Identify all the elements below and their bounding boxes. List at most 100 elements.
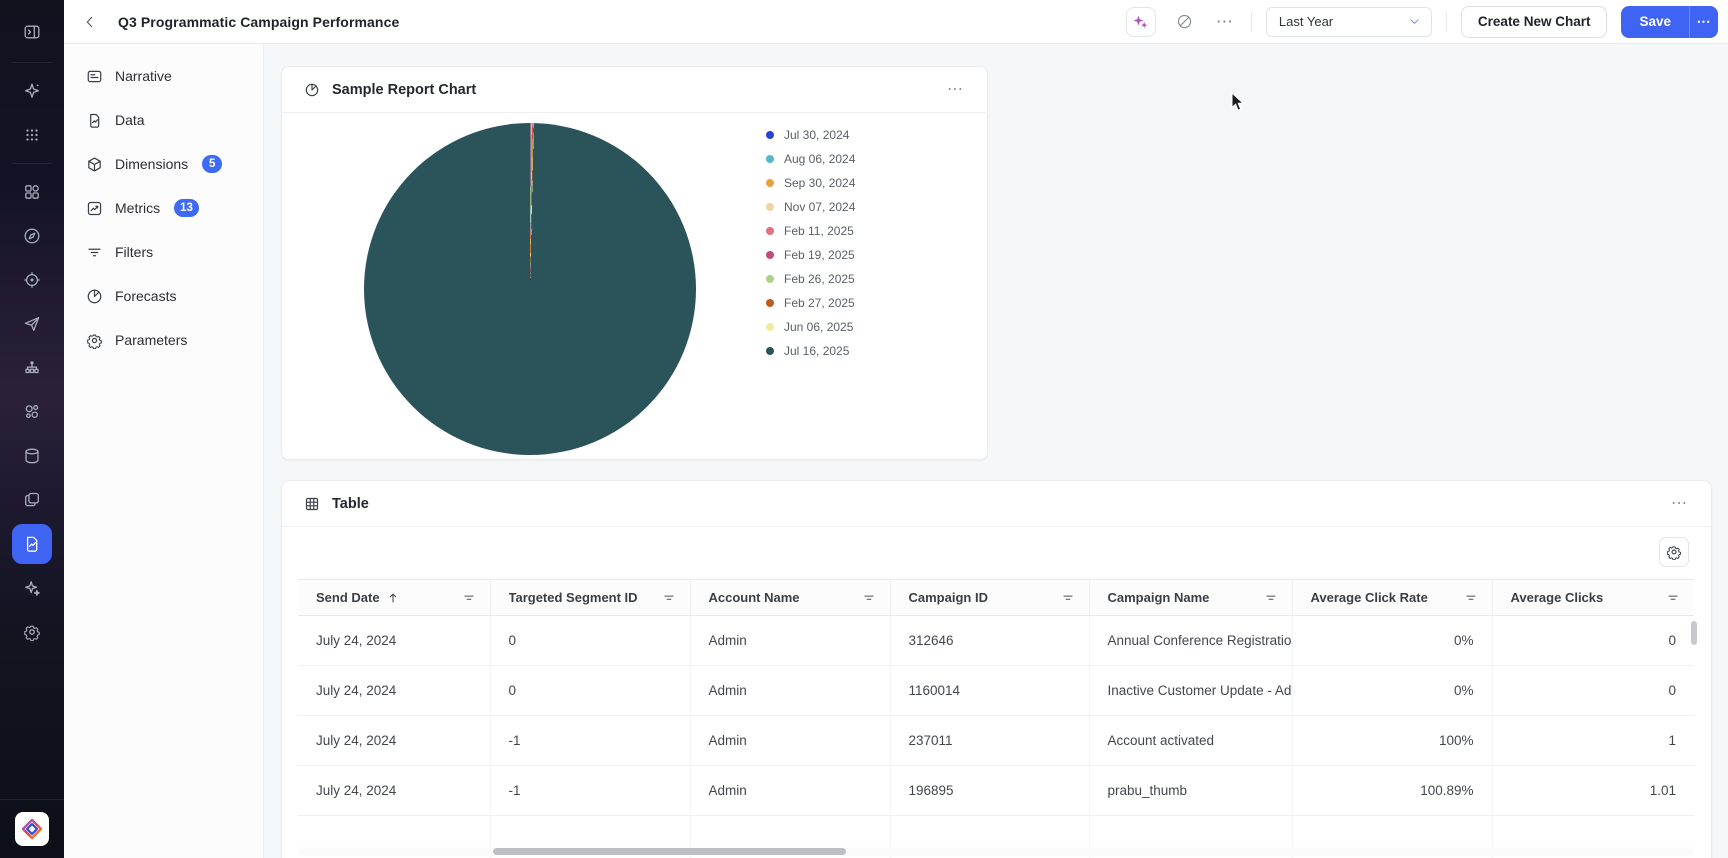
chart-card-menu-button[interactable]: ⋯ <box>947 82 965 98</box>
legend-label: Jul 30, 2024 <box>784 128 849 142</box>
legend-item[interactable]: Feb 11, 2025 <box>766 219 855 243</box>
column-label: Average Clicks <box>1511 590 1604 605</box>
legend-item[interactable]: Nov 07, 2024 <box>766 195 855 219</box>
dots-grid-icon <box>23 126 41 144</box>
table-cell: prabu_thumb <box>1089 766 1292 816</box>
filter-icon[interactable] <box>462 591 476 605</box>
table-card-menu-button[interactable]: ⋯ <box>1671 496 1689 512</box>
rail-item-collections[interactable] <box>12 480 52 520</box>
data-icon <box>86 112 103 129</box>
sidebar-item-filters[interactable]: Filters <box>74 232 253 272</box>
sidebar-item-parameters[interactable]: Parameters <box>74 320 253 360</box>
legend-item[interactable]: Sep 30, 2024 <box>766 171 855 195</box>
table-cell: July 24, 2024 <box>298 766 490 816</box>
table-row[interactable]: July 24, 2024-1Admin196895prabu_thumb100… <box>298 766 1694 816</box>
forecasts-icon <box>86 288 103 305</box>
legend-swatch <box>766 275 774 283</box>
rail-item-send[interactable] <box>12 304 52 344</box>
rail-item-goals[interactable] <box>12 260 52 300</box>
table-settings-button[interactable] <box>1659 537 1689 567</box>
period-select[interactable]: Last Year <box>1266 7 1432 37</box>
table-row[interactable]: July 24, 20240Admin1160014Inactive Custo… <box>298 666 1694 716</box>
table-cell: Admin <box>690 666 890 716</box>
period-select-value: Last Year <box>1279 14 1333 29</box>
rail-item-ai-insights[interactable] <box>12 568 52 608</box>
rail-item-dashboards[interactable] <box>12 172 52 212</box>
compass-icon <box>23 227 41 245</box>
rail-item-settings[interactable] <box>12 612 52 652</box>
sidebar-item-forecasts[interactable]: Forecasts <box>74 276 253 316</box>
table-cell: 0 <box>490 666 690 716</box>
save-button[interactable]: Save <box>1621 6 1689 38</box>
table-row[interactable]: July 24, 2024-1Admin237011Account activa… <box>298 716 1694 766</box>
table-body: July 24, 20240Admin312646Annual Conferen… <box>298 616 1694 858</box>
horizontal-scrollbar-track[interactable] <box>298 847 1694 856</box>
column-header-campaign-id[interactable]: Campaign ID <box>890 580 1089 616</box>
column-header-account-name[interactable]: Account Name <box>690 580 890 616</box>
report-subnav: Narrative Data Dimensions5 Metrics13 Fil… <box>64 44 264 858</box>
filter-icon[interactable] <box>1464 591 1478 605</box>
legend-swatch <box>766 251 774 259</box>
filter-icon[interactable] <box>1061 591 1075 605</box>
table-card: Table ⋯ Send Date Targeted Segment ID Ac… <box>281 480 1712 858</box>
topbar-more-button[interactable]: ⋯ <box>1214 13 1237 30</box>
sidebar-item-data[interactable]: Data <box>74 100 253 140</box>
rail-item-hierarchy[interactable] <box>12 348 52 388</box>
sidebar-item-dimensions[interactable]: Dimensions5 <box>74 144 253 184</box>
table-row[interactable]: July 24, 20240Admin312646Annual Conferen… <box>298 616 1694 666</box>
explore-button[interactable] <box>1170 7 1200 37</box>
legend-item[interactable]: Jun 06, 2025 <box>766 315 855 339</box>
sidebar-item-metrics[interactable]: Metrics13 <box>74 188 253 228</box>
pie-chart[interactable] <box>364 123 696 455</box>
chart-card-header: Sample Report Chart ⋯ <box>282 67 987 113</box>
table-cell: 1 <box>1492 716 1694 766</box>
column-header-campaign-name[interactable]: Campaign Name <box>1089 580 1292 616</box>
legend-item[interactable]: Feb 27, 2025 <box>766 291 855 315</box>
legend-item[interactable]: Jul 16, 2025 <box>766 339 855 363</box>
horizontal-scrollbar-thumb[interactable] <box>493 848 846 855</box>
column-label: Targeted Segment ID <box>509 590 638 605</box>
save-more-button[interactable]: ⋯ <box>1690 6 1718 38</box>
legend-swatch <box>766 227 774 235</box>
rail-item-ai-assistant[interactable] <box>12 71 52 111</box>
vertical-scrollbar-thumb[interactable] <box>1691 621 1697 645</box>
filter-icon[interactable] <box>862 591 876 605</box>
table-cell: July 24, 2024 <box>298 716 490 766</box>
column-label: Send Date <box>316 590 380 605</box>
sidebar-item-label: Data <box>115 112 145 128</box>
column-header-send-date[interactable]: Send Date <box>298 580 490 616</box>
rail-item-sidebar-toggle[interactable] <box>12 12 52 52</box>
sidebar-item-label: Dimensions <box>115 156 188 172</box>
create-new-chart-button[interactable]: Create New Chart <box>1461 6 1608 38</box>
filter-icon[interactable] <box>1666 591 1680 605</box>
sidebar-item-label: Filters <box>115 244 153 260</box>
column-header-average-clicks[interactable]: Average Clicks <box>1492 580 1694 616</box>
chart-card-title: Sample Report Chart <box>332 82 476 98</box>
table-head: Send Date Targeted Segment ID Account Na… <box>298 580 1694 616</box>
rail-item-data-sources[interactable] <box>12 436 52 476</box>
table-cell: 196895 <box>890 766 1089 816</box>
rail-item-segments[interactable] <box>12 392 52 432</box>
table-cell: Admin <box>690 766 890 816</box>
legend-item[interactable]: Aug 06, 2024 <box>766 147 855 171</box>
table-card-title: Table <box>332 496 369 512</box>
table-cell: Inactive Customer Update - Ad <box>1089 666 1292 716</box>
legend-item[interactable]: Feb 19, 2025 <box>766 243 855 267</box>
rail-item-apps-grid[interactable] <box>12 115 52 155</box>
table-cell: 0 <box>1492 616 1694 666</box>
legend-item[interactable]: Jul 30, 2024 <box>766 123 855 147</box>
ai-sparkle-button[interactable] <box>1126 7 1156 37</box>
back-button[interactable] <box>76 8 104 36</box>
filter-icon[interactable] <box>662 591 676 605</box>
rail-item-explore[interactable] <box>12 216 52 256</box>
sidebar-item-narrative[interactable]: Narrative <box>74 56 253 96</box>
column-header-targeted-segment-id[interactable]: Targeted Segment ID <box>490 580 690 616</box>
filter-icon[interactable] <box>1264 591 1278 605</box>
count-badge: 13 <box>174 199 199 217</box>
column-header-average-click-rate[interactable]: Average Click Rate <box>1292 580 1492 616</box>
parameters-icon <box>86 332 103 349</box>
metrics-icon <box>86 200 103 217</box>
legend-item[interactable]: Feb 26, 2025 <box>766 267 855 291</box>
app-logo[interactable] <box>15 812 49 846</box>
rail-item-reports[interactable] <box>12 524 52 564</box>
